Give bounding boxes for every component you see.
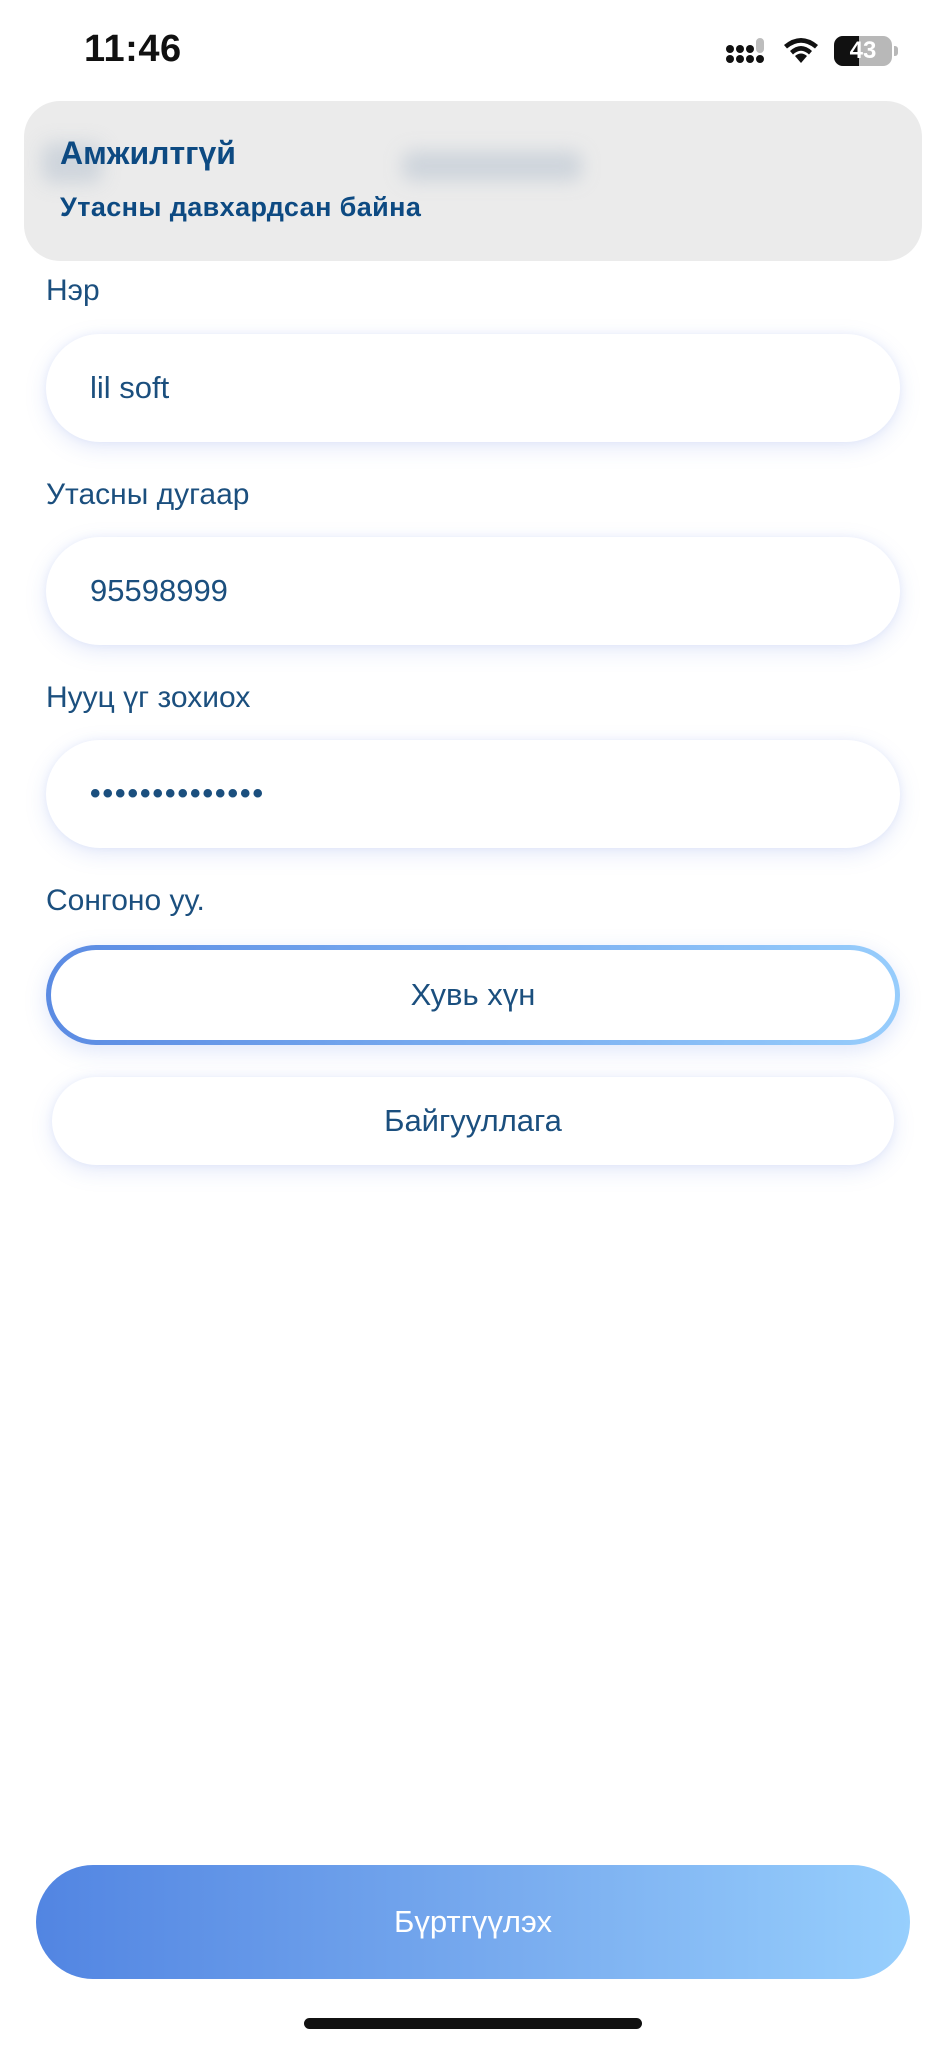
status-icons: 43 [726,34,898,68]
cellular-signal-icon [726,38,764,63]
option-individual-label: Хувь хүн [410,977,536,1012]
option-organization-button[interactable]: Байгууллага [52,1077,894,1165]
home-indicator[interactable] [304,2018,642,2029]
battery-cap [894,46,898,56]
name-value: lil soft [90,370,170,405]
battery-percent: 43 [849,37,877,64]
phone-field[interactable]: 95598999 [46,537,900,645]
battery-icon: 43 [834,36,892,66]
option-organization-label: Байгууллага [384,1103,562,1138]
register-screen: 11:46 43 Амжилтгүй Утасны давхардсан бай… [0,0,946,2048]
choose-type-label: Сонгоно уу. [46,884,205,917]
name-label: Нэр [46,274,100,307]
register-button-label: Бүртгүүлэх [394,1904,552,1939]
phone-value: 95598999 [90,573,228,608]
error-toast[interactable]: Амжилтгүй Утасны давхардсан байна [24,101,922,261]
phone-label: Утасны дугаар [46,478,250,511]
toast-message: Утасны давхардсан байна [60,192,422,222]
password-field[interactable]: •••••••••••••• [46,740,900,848]
password-value: •••••••••••••• [90,777,266,810]
password-label: Нууц үг зохиох [46,681,251,714]
status-time: 11:46 [84,28,182,70]
wifi-icon [784,38,818,63]
name-field[interactable]: lil soft [46,334,900,442]
register-button[interactable]: Бүртгүүлэх [36,1865,910,1979]
option-individual-button[interactable]: Хувь хүн [46,945,900,1045]
toast-title: Амжилтгүй [60,135,236,171]
